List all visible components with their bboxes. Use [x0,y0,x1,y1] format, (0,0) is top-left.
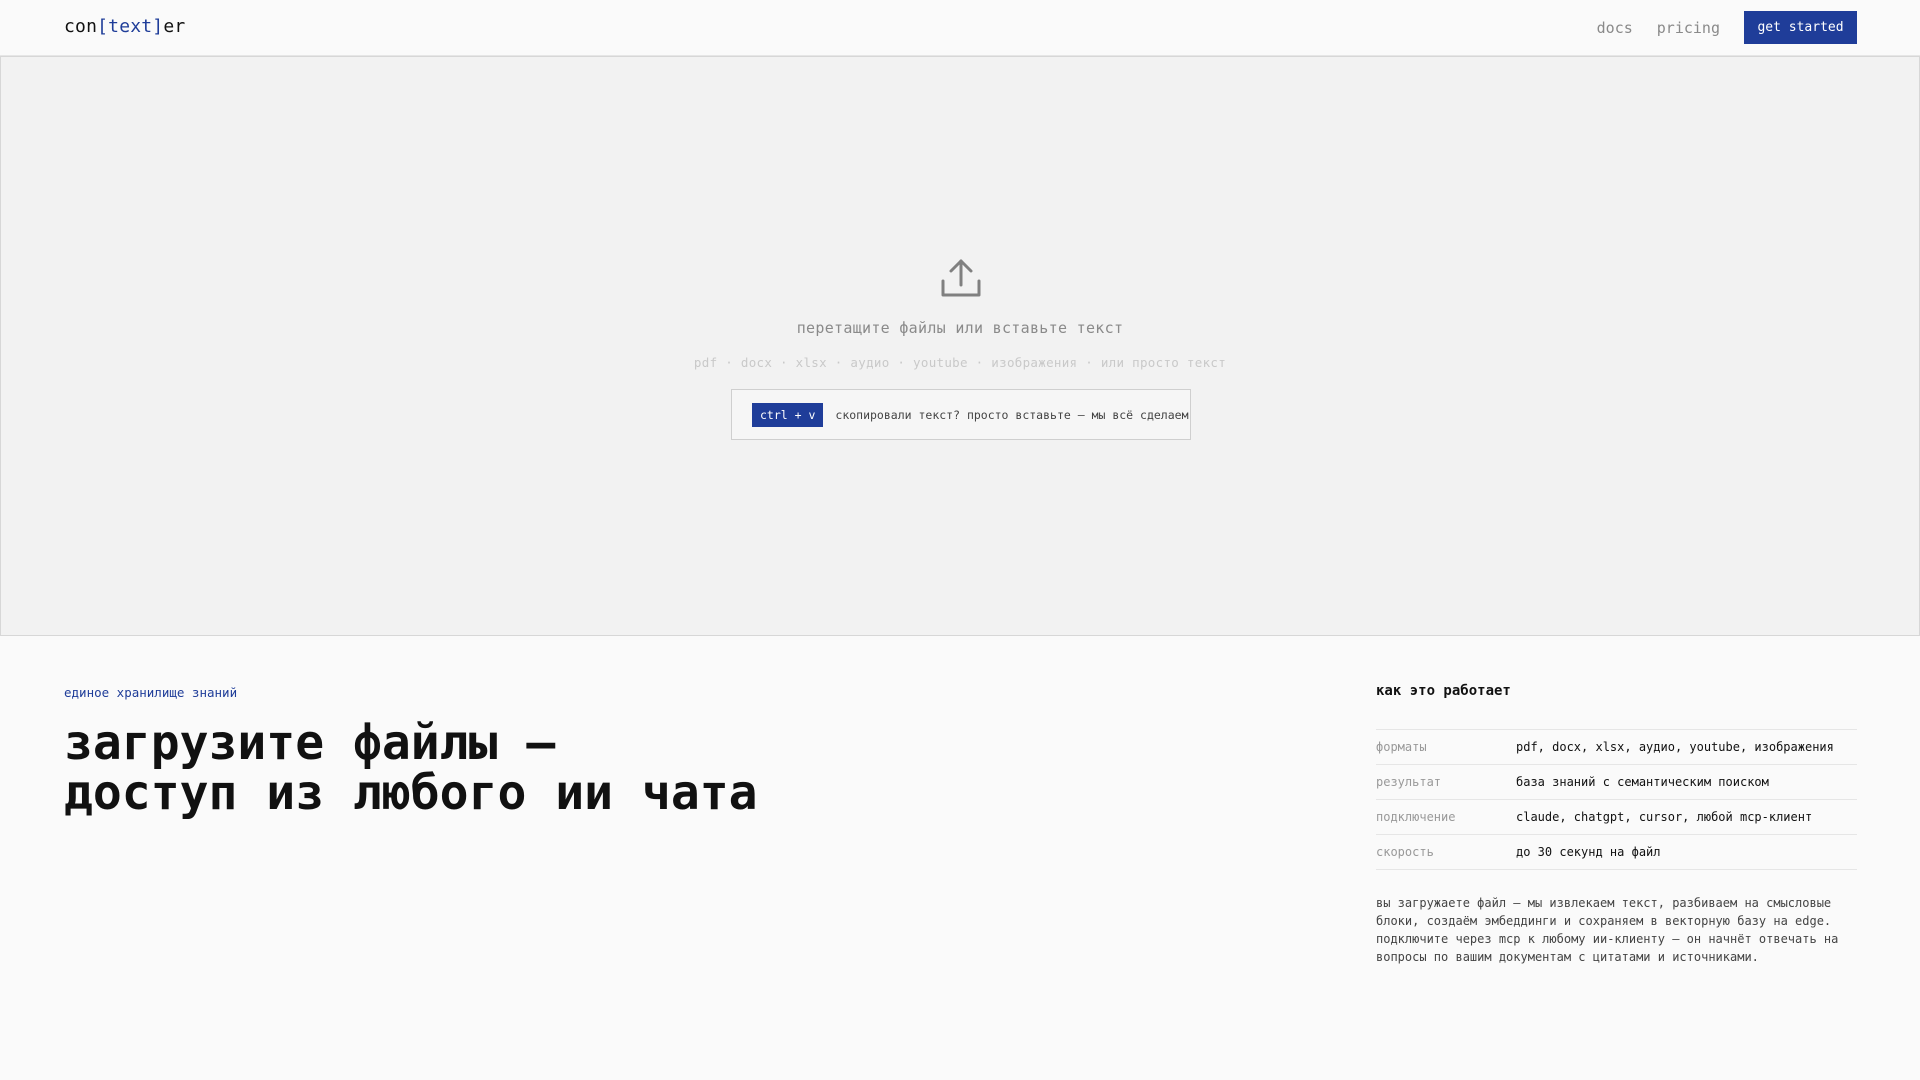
top-nav: docs pricing get started [1597,11,1857,44]
row-value: claude, chatgpt, cursor, любой mcp-клиен… [1516,810,1813,824]
headline-line-1: загрузите файлы — [64,715,556,771]
upload-icon [941,259,981,297]
how-it-works-title: как это работает [1376,683,1511,699]
table-row: скорость до 30 секунд на файл [1376,835,1857,870]
logo-accent: [text] [97,16,164,37]
description-line: вы загружаете файл — мы извлекаем текст,… [1376,896,1832,910]
nav-pricing-link[interactable]: pricing [1657,19,1720,37]
row-label: форматы [1376,740,1427,754]
logo-suffix: er [163,16,186,37]
table-row: подключение claude, chatgpt, cursor, люб… [1376,800,1857,835]
description-line: вопросы по вашим документам с цитатами и… [1376,950,1759,964]
headline-line-2: доступ из любого ии чата [64,765,758,821]
dropzone-title: перетащите файлы или вставьте текст [796,319,1124,337]
feature-table: форматы pdf, docx, xlsx, аудио, youtube,… [1376,729,1857,870]
how-it-works-description: вы загружаете файл — мы извлекаем текст,… [1376,894,1857,966]
description-line: подключите через mcp к любому ии-клиенту… [1376,932,1839,946]
file-dropzone[interactable]: перетащите файлы или вставьте текст pdf … [0,56,1920,636]
description-line: блоки, создаём эмбеддинги и сохраняем в … [1376,914,1832,928]
row-label: результат [1376,775,1442,789]
table-row: форматы pdf, docx, xlsx, аудио, youtube,… [1376,730,1857,765]
hero-eyebrow: единое хранилище знаний [64,685,238,700]
nav-docs-link[interactable]: docs [1597,19,1633,37]
logo[interactable]: con[text]er [64,16,185,37]
top-bar: con[text]er docs pricing get started [0,0,1920,56]
paste-hint-box[interactable]: ctrl + v скопировали текст? просто встав… [731,389,1191,440]
table-row: результат база знаний с семантическим по… [1376,765,1857,800]
row-value: pdf, docx, xlsx, аудио, youtube, изображ… [1516,740,1834,754]
logo-prefix: con [64,16,98,37]
row-label: скорость [1376,845,1434,859]
how-it-works-panel: как это работает форматы pdf, docx, xlsx… [1376,683,1857,966]
supported-formats: pdf · docx · xlsx · аудио · youtube · из… [693,355,1227,370]
paste-hint-text: скопировали текст? просто вставьте — мы … [835,407,1189,422]
hero-headline: загрузите файлы — доступ из любого ии ча… [64,718,964,818]
row-label: подключение [1376,810,1456,824]
paste-shortcut-badge: ctrl + v [752,402,824,427]
row-value: база знаний с семантическим поиском [1516,775,1769,789]
row-value: до 30 секунд на файл [1516,845,1661,859]
get-started-button[interactable]: get started [1744,11,1857,44]
